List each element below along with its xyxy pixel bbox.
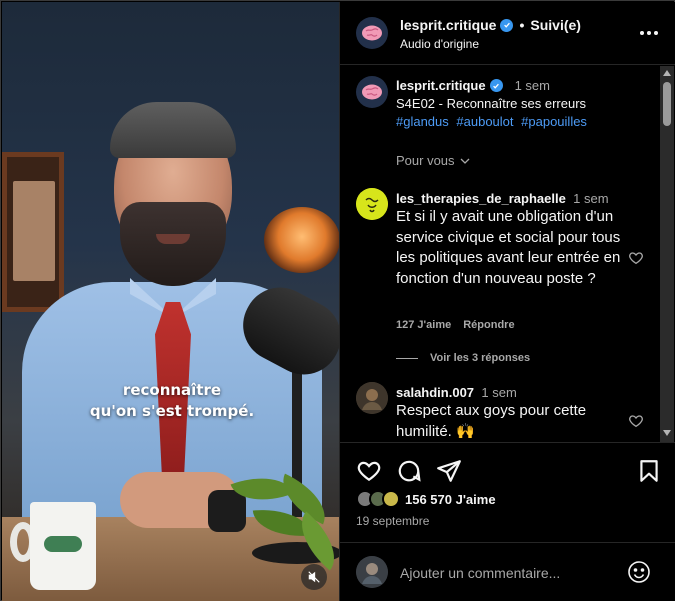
subtitle-line-1: reconnaître xyxy=(122,381,222,399)
heart-icon[interactable] xyxy=(628,250,644,266)
video-player[interactable]: reconnaître qu'on s'est trompé. xyxy=(2,2,339,601)
caption-avatar[interactable] xyxy=(356,76,388,108)
more-icon xyxy=(640,31,644,35)
view-replies-label: Voir les 3 réponses xyxy=(430,352,531,364)
post-sidebar: lesprit.critique • Suivi(e) Audio d'orig… xyxy=(339,2,675,601)
likes-count[interactable]: 156 570 J'aime xyxy=(405,492,496,507)
plant xyxy=(224,464,339,574)
commenter-username[interactable]: les_therapies_de_raphaelle xyxy=(396,191,566,206)
original-audio-link[interactable]: Audio d'origine xyxy=(400,37,479,51)
mute-button[interactable] xyxy=(301,564,327,590)
brain-icon xyxy=(362,25,382,41)
mug-logo xyxy=(44,536,82,552)
share-icon[interactable] xyxy=(436,458,462,484)
scrollbar-thumb[interactable] xyxy=(663,82,671,126)
sort-comments-dropdown[interactable]: Pour vous xyxy=(396,153,471,168)
presenter-mouth xyxy=(156,234,190,244)
comment-time[interactable]: 1 sem xyxy=(573,191,608,206)
verified-icon xyxy=(500,18,514,32)
header-username-row: lesprit.critique • Suivi(e) xyxy=(400,17,581,33)
heart-icon[interactable] xyxy=(628,413,644,429)
presenter-hair xyxy=(110,102,236,158)
following-button[interactable]: Suivi(e) xyxy=(530,17,581,33)
scroll-down-arrow-icon[interactable] xyxy=(663,430,671,436)
presenter-beard xyxy=(120,202,226,286)
comment-like-count[interactable]: 127 J'aime xyxy=(396,319,451,331)
comment-text: Et si il y avait une obligation d'un ser… xyxy=(396,208,621,287)
liker-avatar xyxy=(382,490,400,508)
separator-dot: • xyxy=(519,17,525,33)
background-picture-frame xyxy=(2,152,64,312)
comment-text: Respect aux goys pour cette humilité. 🙌 xyxy=(396,402,587,440)
bookmark-icon[interactable] xyxy=(636,458,662,484)
comment-header: les_therapies_de_raphaelle 1 sem xyxy=(396,191,609,206)
author-avatar[interactable] xyxy=(356,17,388,49)
comments-section[interactable]: lesprit.critique 1 sem S4E02 - Reconnaît… xyxy=(340,66,675,442)
caption-time[interactable]: 1 sem xyxy=(515,78,550,93)
caption-text: S4E02 - Reconnaître ses erreurs xyxy=(396,96,587,111)
current-user-avatar xyxy=(356,556,388,588)
caption-header: lesprit.critique 1 sem xyxy=(396,78,550,93)
verified-icon xyxy=(489,79,503,92)
video-subtitle: reconnaître qu'on s'est trompé. xyxy=(62,380,282,422)
hashtag-link[interactable]: #glandus xyxy=(396,114,449,129)
commenter-avatar[interactable] xyxy=(356,188,388,220)
brain-icon xyxy=(362,84,382,100)
caption-username[interactable]: lesprit.critique xyxy=(396,78,486,93)
post-date[interactable]: 19 septembre xyxy=(356,514,429,528)
emoji-icon[interactable] xyxy=(627,560,651,584)
heart-icon[interactable] xyxy=(356,458,382,484)
comment-actions: 127 J'aime Répondre xyxy=(396,319,515,331)
add-comment-bar xyxy=(340,542,675,601)
background-lamp xyxy=(264,207,339,273)
post-header: lesprit.critique • Suivi(e) Audio d'orig… xyxy=(340,2,675,65)
hashtag-link[interactable]: #auboulot xyxy=(456,114,513,129)
hashtag-link[interactable]: #papouilles xyxy=(521,114,587,129)
comments-scrollbar[interactable] xyxy=(660,66,674,442)
caption-hashtags: #glandus #auboulot #papouilles xyxy=(396,114,591,129)
likes-summary: 156 570 J'aime xyxy=(356,490,496,508)
scroll-up-arrow-icon[interactable] xyxy=(663,70,671,76)
chevron-down-icon xyxy=(460,158,470,164)
comment-input[interactable] xyxy=(400,563,620,583)
post-action-bar: 156 570 J'aime 19 septembre xyxy=(340,442,675,542)
replies-divider xyxy=(396,357,418,359)
comment-time[interactable]: 1 sem xyxy=(481,385,516,400)
mute-icon xyxy=(308,571,320,583)
header-username[interactable]: lesprit.critique xyxy=(400,17,496,33)
more-options-button[interactable] xyxy=(638,24,660,42)
subtitle-line-2: qu'on s'est trompé. xyxy=(89,402,255,420)
reply-button[interactable]: Répondre xyxy=(463,319,514,331)
comment-icon[interactable] xyxy=(396,458,422,484)
view-replies-button[interactable]: Voir les 3 réponses xyxy=(396,352,530,364)
commenter-avatar[interactable] xyxy=(356,382,388,414)
post-dialog: reconnaître qu'on s'est trompé. lesprit.… xyxy=(0,0,675,601)
sort-label: Pour vous xyxy=(396,153,455,168)
comment-header: salahdin.007 1 sem xyxy=(396,385,517,400)
commenter-username[interactable]: salahdin.007 xyxy=(396,385,474,400)
